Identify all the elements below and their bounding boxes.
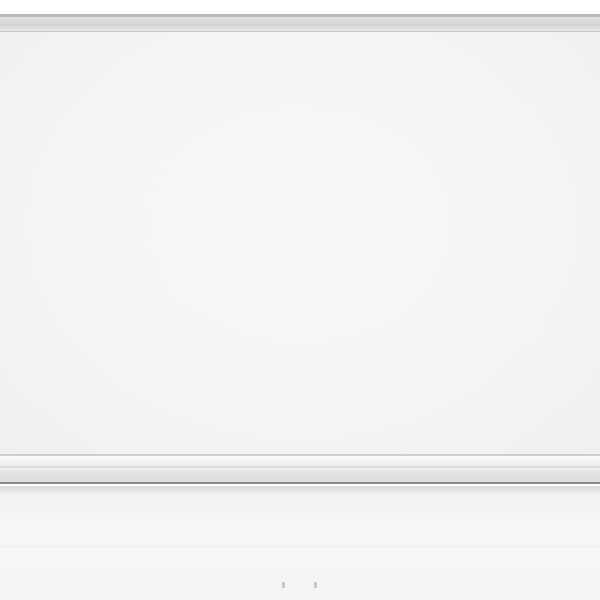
base-mark-right — [314, 582, 317, 588]
photo-stage — [0, 0, 600, 600]
base-mark-left — [282, 582, 285, 588]
marker-tray — [0, 454, 600, 484]
base-panel-shadow — [0, 486, 600, 494]
base-panel — [0, 486, 600, 600]
whiteboard-panel — [0, 14, 600, 460]
whiteboard-top-frame — [0, 17, 600, 32]
base-panel-seam — [0, 546, 600, 547]
whiteboard-surface — [0, 32, 600, 460]
marker-tray-lip — [0, 466, 600, 470]
